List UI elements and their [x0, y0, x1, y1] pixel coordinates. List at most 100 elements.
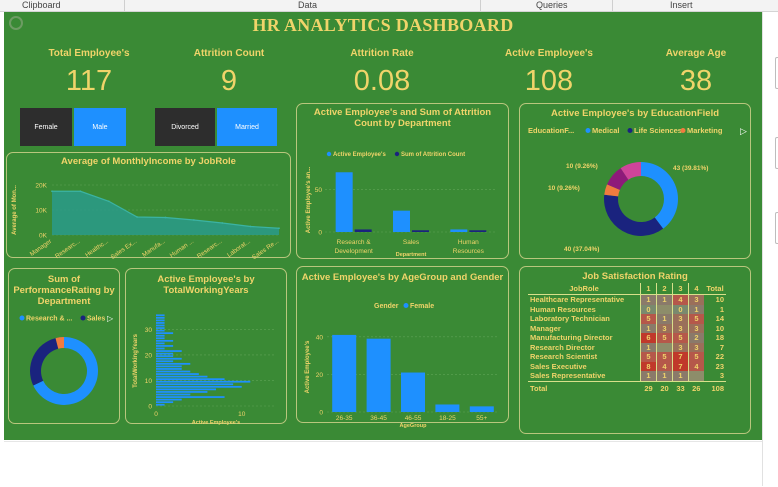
donut-slice	[29, 338, 59, 386]
dashboard: HR ANALYTICS DASHBOARD Total Employee's …	[4, 12, 762, 440]
matrix-cell: 7	[672, 361, 689, 371]
x-tick-label: Researc...	[54, 238, 82, 260]
matrix-cell: 4	[672, 294, 689, 305]
slicer-married-button[interactable]: Married	[217, 108, 277, 146]
bar-attrition-count	[469, 230, 487, 232]
sheet-area[interactable]	[4, 441, 762, 487]
matrix-row[interactable]: Manufacturing Director 6 5 5 2 18	[528, 333, 726, 343]
performance-chart-card[interactable]: Sum of PerformanceRating by Department R…	[8, 268, 120, 424]
matrix-header-cell: 4	[688, 283, 704, 295]
ribbon-group-insert[interactable]: Insert	[670, 0, 693, 11]
y-tick-label: 40	[316, 334, 324, 341]
slice-data-label: 43 (39.81%)	[673, 165, 708, 172]
kpi-label: Average Age	[665, 48, 727, 59]
bar	[156, 347, 165, 350]
matrix-row[interactable]: Healthcare Representative 1 1 4 3 10	[528, 294, 726, 305]
x-tick-label: Development	[335, 248, 373, 255]
slicer-divorced-button[interactable]: Divorced	[155, 108, 215, 146]
matrix-row[interactable]: Research Scientist 5 5 7 5 22	[528, 352, 726, 362]
slicer-female-button[interactable]: Female	[20, 108, 72, 146]
bar	[156, 360, 174, 363]
x-tick-label: 10	[238, 411, 246, 418]
matrix-cell: 4	[656, 361, 673, 371]
matrix-title: Job Satisfaction Rating	[582, 271, 688, 282]
job-satisfaction-matrix[interactable]: JobRole 1 2 3 4 Total Healthcare Representativ…	[528, 283, 726, 393]
x-tick-label: 0	[154, 411, 158, 418]
legend-label: Life Sciences	[634, 126, 682, 135]
legend-marker	[326, 151, 332, 157]
matrix-row-label: Laboratory Technician	[530, 314, 610, 323]
kpi-value: 9	[220, 65, 238, 97]
matrix-cell: 3	[672, 314, 689, 324]
matrix-row[interactable]: Sales Representative 1 1 1 3	[528, 371, 726, 381]
bar	[435, 404, 460, 412]
matrix-cell: 6	[640, 333, 657, 343]
kpi-label: Attrition Count	[193, 48, 265, 59]
bar	[156, 342, 165, 345]
matrix-cell: 7	[719, 342, 724, 352]
bar	[156, 373, 199, 375]
education-chart-card[interactable]: Active Employee's by EducationField Educ…	[519, 103, 751, 259]
matrix-total-cell: 29	[640, 380, 657, 393]
matrix-cell: 5	[640, 352, 657, 362]
bar-active-employees	[335, 172, 353, 232]
legend-next-icon: ▷	[740, 126, 747, 136]
data-point	[136, 216, 139, 218]
matrix-cell: 4	[688, 361, 704, 371]
matrix-cell: 5	[688, 314, 704, 324]
x-tick-label: Human ...	[169, 238, 196, 260]
agegroup-chart-card[interactable]: Active Employee's by AgeGroup and Gender…	[296, 266, 509, 429]
matrix-cell: 1	[672, 371, 689, 381]
matrix-row[interactable]: Research Director 1 3 3 7	[528, 342, 726, 352]
income-chart-svg: Average of Mon... 20K10K0KManager Researc.…	[12, 183, 280, 262]
dashboard-title: HR ANALYTICS DASHBOARD	[252, 15, 514, 35]
y-tick-label: 30	[145, 327, 153, 334]
legend-title: EducationF...	[528, 126, 574, 135]
matrix-row-label: Healthcare Representative	[530, 295, 625, 304]
bar	[156, 339, 174, 342]
matrix-cell: 3	[688, 323, 704, 333]
bar	[156, 345, 174, 347]
matrix-row[interactable]: Laboratory Technician 5 1 3 5 14	[528, 314, 726, 324]
matrix-cell: 7	[672, 352, 689, 362]
x-tick-label: Research &	[337, 239, 372, 246]
x-tick-label: 55+	[476, 415, 487, 422]
kpi-value: 38	[679, 65, 713, 97]
slicer-male-button[interactable]: Male	[74, 108, 126, 146]
bar	[156, 329, 165, 332]
ribbon-group-clipboard[interactable]: Clipboard	[22, 0, 61, 11]
matrix-row[interactable]: Manager 1 3 3 3 10	[528, 323, 726, 333]
matrix-cell: 10	[715, 295, 724, 304]
bar	[156, 355, 174, 358]
matrix-cell: 1	[656, 314, 673, 324]
area-fill	[52, 191, 279, 235]
performance-chart-svg: Research & ... Sales ▷	[19, 314, 114, 405]
bar-active-employees	[393, 210, 410, 232]
x-tick-label: Sales Ex...	[110, 238, 139, 261]
working-years-chart-card[interactable]: Active Employee's by TotalWorkingYears T…	[125, 268, 287, 426]
income-chart-card[interactable]: Average of MonthlyIncome by JobRole Aver…	[6, 152, 291, 262]
bar	[156, 337, 165, 340]
bar	[156, 375, 208, 378]
matrix-cell: 5	[656, 333, 673, 343]
matrix-cell: 3	[672, 323, 689, 333]
ribbon-group-data[interactable]: Data	[298, 0, 317, 11]
bar	[156, 391, 208, 393]
ribbon-group-queries[interactable]: Queries	[536, 0, 568, 11]
matrix-row[interactable]: Sales Executive 8 4 7 4 23	[528, 361, 726, 371]
department-chart-card[interactable]: Active Employee's and Sum of Attrition C…	[296, 103, 509, 259]
matrix-cell: 1	[688, 304, 704, 314]
legend-label: Research & ...	[26, 316, 72, 323]
legend-label: Medical	[592, 126, 620, 135]
matrix-cell: 22	[715, 352, 724, 361]
matrix-row[interactable]: Human Resources 0 0 1 1	[528, 304, 726, 314]
donut-slice	[604, 194, 664, 236]
agegroup-chart-svg: Gender Female Active Employee's 40 20 0 26-35 3…	[305, 303, 499, 429]
matrix-header-cell: 3	[672, 283, 689, 295]
job-satisfaction-card[interactable]: Job Satisfaction Rating JobRole 1 2 3 4 Total…	[519, 266, 751, 434]
excel-ribbon: Clipboard Data Queries Insert	[0, 0, 778, 12]
x-tick-label: Sales Re...	[251, 238, 280, 262]
bar	[156, 365, 182, 368]
y-tick-label: 10	[145, 378, 153, 385]
legend-marker	[403, 303, 409, 308]
